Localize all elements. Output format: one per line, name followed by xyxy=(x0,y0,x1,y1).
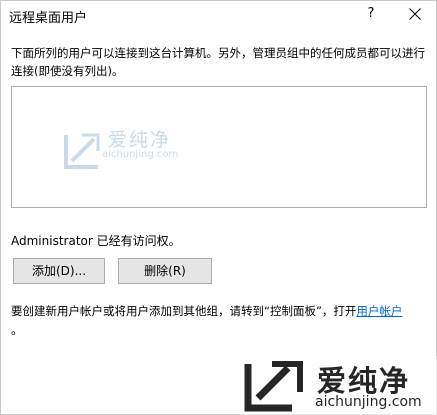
footer-instruction: 要创建新用户帐户或将用户添加到其他组，请转到“控制面板”，打开 xyxy=(11,304,357,318)
close-button[interactable] xyxy=(399,1,431,29)
user-accounts-link[interactable]: 用户帐户 xyxy=(356,304,402,318)
watermark-url: aichunjing.com xyxy=(315,394,422,410)
remove-button[interactable]: 删除(R) xyxy=(118,258,212,284)
user-list-box[interactable]: 爱纯净 aichunjing.com xyxy=(11,86,427,208)
add-button[interactable]: 添加(D)... xyxy=(13,258,105,284)
access-status-text: Administrator 已经有访问权。 xyxy=(11,234,181,248)
description-text: 下面所列的用户可以连接到这台计算机。另外，管理员组中的任何成员都可以进行连接(即… xyxy=(11,46,425,78)
help-button[interactable]: ? xyxy=(356,1,386,29)
watermark-title: 爱纯净 xyxy=(108,129,172,151)
dialog-title: 远程桌面用户 xyxy=(9,11,88,26)
watermark-large: 爱纯净 aichunjing.com xyxy=(240,356,437,415)
watermark-logo-icon xyxy=(244,361,303,412)
watermark-url: aichunjing.com xyxy=(102,149,179,160)
footer-text: 要创建新用户帐户或将用户添加到其他组，请转到“控制面板”，打开用户帐户 xyxy=(11,303,402,319)
remote-desktop-users-dialog: 远程桌面用户 ? 下面所列的用户可以连接到这台计算机。另外，管理员组中的任何成员… xyxy=(0,0,437,415)
title-bar: 远程桌面用户 ? xyxy=(1,1,436,31)
watermark-logo-icon xyxy=(64,133,100,169)
close-icon xyxy=(409,8,421,20)
watermark-small: 爱纯净 aichunjing.com xyxy=(60,125,200,180)
footer-period: 。 xyxy=(11,323,24,337)
